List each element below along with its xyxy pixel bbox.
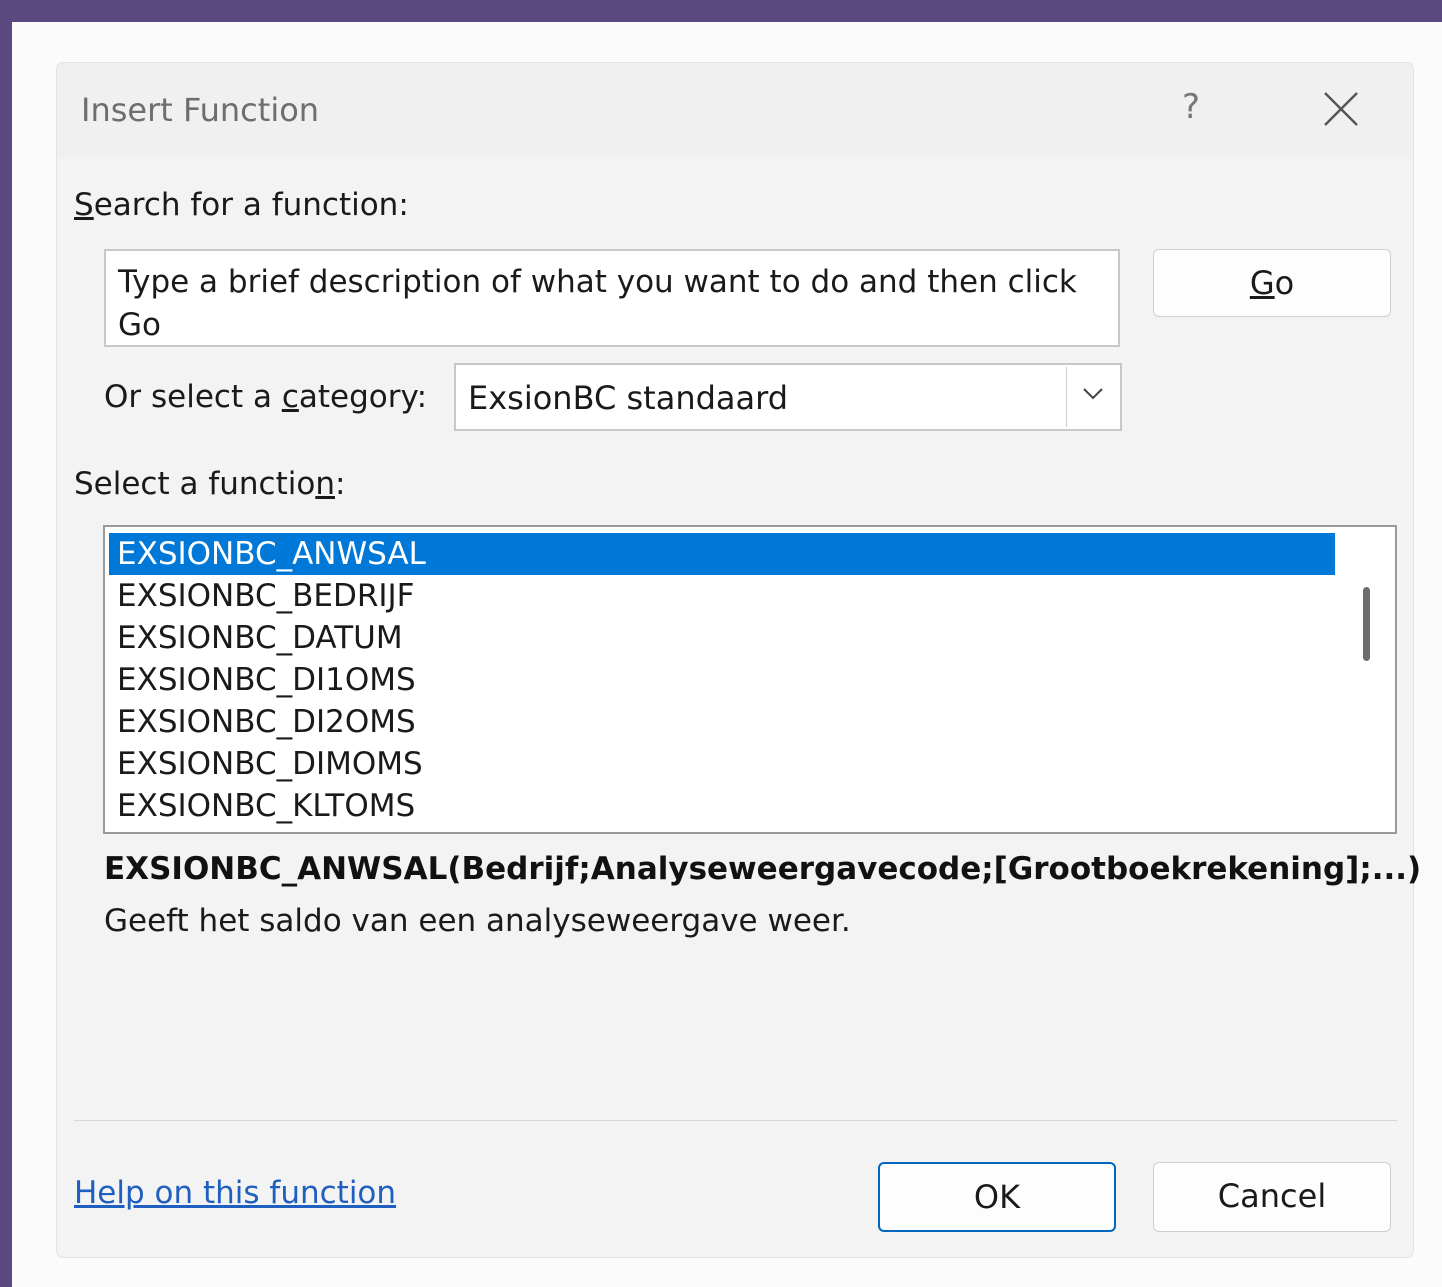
- scrollbar[interactable]: [1343, 529, 1393, 830]
- function-description: Geeft het saldo van een analyseweergave …: [104, 903, 851, 939]
- list-item[interactable]: EXSIONBC_ANWSAL: [109, 533, 1335, 575]
- title-bar: Insert Function ?: [57, 63, 1413, 158]
- cancel-button[interactable]: Cancel: [1153, 1162, 1391, 1232]
- search-label: Search for a function:: [74, 187, 409, 223]
- function-list[interactable]: EXSIONBC_ANWSAL EXSIONBC_BEDRIJF EXSIONB…: [103, 525, 1397, 834]
- function-list-label: Select a function:: [74, 466, 346, 502]
- window-frame-top: [0, 0, 1442, 22]
- ok-button[interactable]: OK: [878, 1162, 1116, 1232]
- dialog-title: Insert Function: [81, 91, 320, 129]
- chevron-down-icon[interactable]: [1066, 367, 1118, 427]
- insert-function-dialog: Insert Function ? Search for a function:…: [57, 63, 1421, 1257]
- help-link[interactable]: Help on this function: [74, 1175, 396, 1211]
- list-item[interactable]: EXSIONBC_DIMOMS: [109, 743, 1335, 785]
- category-label: Or select a category:: [104, 379, 428, 415]
- category-value: ExsionBC standaard: [468, 379, 789, 417]
- go-button[interactable]: Go: [1153, 249, 1391, 317]
- function-signature: EXSIONBC_ANWSAL(Bedrijf;Analyseweergavec…: [104, 851, 1422, 887]
- close-icon[interactable]: [1319, 87, 1363, 131]
- search-input[interactable]: Type a brief description of what you wan…: [104, 249, 1120, 347]
- list-item[interactable]: EXSIONBC_KLTOMS: [109, 785, 1335, 827]
- category-select[interactable]: ExsionBC standaard: [454, 363, 1122, 431]
- list-item[interactable]: EXSIONBC_BEDRIJF: [109, 575, 1335, 617]
- scrollbar-thumb[interactable]: [1363, 587, 1370, 661]
- list-item[interactable]: EXSIONBC_DATUM: [109, 617, 1335, 659]
- list-item[interactable]: EXSIONBC_DI1OMS: [109, 659, 1335, 701]
- help-button[interactable]: ?: [1182, 87, 1200, 127]
- footer-divider: [74, 1120, 1397, 1121]
- window-frame-left: [0, 0, 12, 1287]
- list-item[interactable]: EXSIONBC_DI2OMS: [109, 701, 1335, 743]
